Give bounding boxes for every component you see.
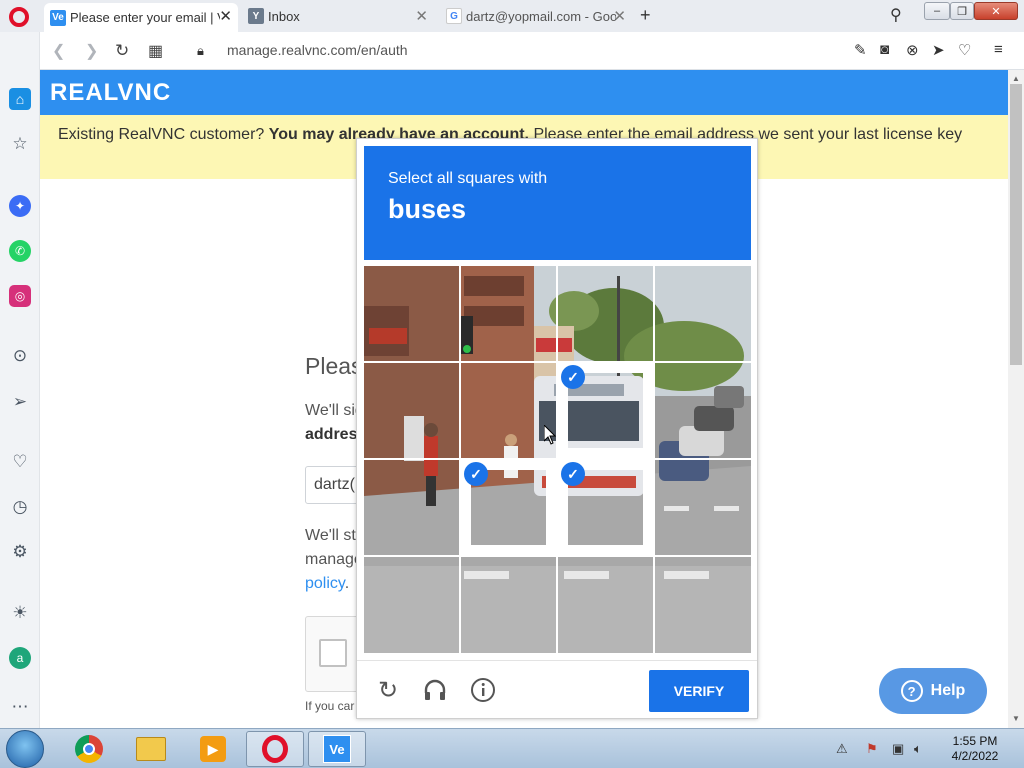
- privacy-line: policy.: [305, 575, 350, 592]
- settings-gear-icon[interactable]: ⚙: [9, 541, 31, 563]
- verify-button[interactable]: VERIFY: [649, 670, 749, 712]
- tab-inbox[interactable]: Y Inbox ✕: [242, 3, 434, 29]
- body-text-line: manage: [305, 551, 363, 568]
- close-tab-icon[interactable]: ✕: [415, 7, 428, 25]
- adblock-icon[interactable]: ⊗: [906, 41, 919, 59]
- minimize-button[interactable]: –: [924, 2, 950, 20]
- realvnc-logo[interactable]: REALVNC: [50, 79, 171, 107]
- url-field[interactable]: manage.realvnc.com/en/auth: [227, 42, 408, 58]
- chrome-icon: [75, 735, 103, 763]
- grid-divider: [364, 555, 751, 557]
- instagram-icon[interactable]: ◎: [9, 285, 31, 307]
- tab-title: Please enter your email | V: [70, 10, 220, 25]
- system-clock[interactable]: 1:55 PM 4/2/2022: [940, 734, 1010, 764]
- privacy-policy-link[interactable]: policy: [305, 575, 345, 592]
- send-flow-icon[interactable]: ➢: [9, 391, 31, 413]
- forward-icon[interactable]: ❯: [85, 41, 98, 61]
- scroll-down-arrow-icon[interactable]: ▼: [1012, 714, 1020, 723]
- opera-sidebar: ⌂ ☆ ✦ ✆ ◎ ⊙ ➢ ♡ ◷ ⚙ ☀ a ⋯: [0, 32, 40, 728]
- scrollbar-thumb[interactable]: [1010, 84, 1022, 365]
- network-icon[interactable]: ▣: [892, 741, 904, 757]
- challenge-target: buses: [388, 194, 467, 224]
- page-heading: Pleas: [305, 353, 363, 379]
- more-options-icon[interactable]: ⋯: [9, 696, 31, 718]
- history-clock-icon[interactable]: ◷: [9, 496, 31, 518]
- maximize-button[interactable]: ❐: [950, 2, 974, 20]
- action-center-flag-icon[interactable]: ⚑: [866, 741, 878, 757]
- clock-date: 4/2/2022: [951, 749, 999, 763]
- scroll-up-arrow-icon[interactable]: ▲: [1012, 74, 1020, 83]
- tab-gmail[interactable]: G dartz@yopmail.com - Goo ✕: [440, 3, 632, 29]
- media-play-icon: ▶: [200, 736, 226, 762]
- body-text-line: We'll sig: [305, 402, 364, 419]
- back-icon[interactable]: ❮: [52, 41, 65, 61]
- reload-icon[interactable]: ↻: [115, 41, 129, 61]
- snapshot-camera-icon[interactable]: ◙: [880, 41, 889, 58]
- tips-lightbulb-icon[interactable]: ☀: [9, 602, 31, 624]
- easy-setup-menu-icon[interactable]: ≡: [994, 41, 1003, 58]
- opera-icon: [262, 735, 288, 763]
- tab-realvnc[interactable]: Ve Please enter your email | V ✕: [44, 3, 238, 32]
- taskbar-explorer[interactable]: [122, 731, 180, 767]
- recaptcha-checkbox[interactable]: [319, 639, 347, 667]
- help-label: Help: [930, 682, 966, 699]
- realvnc-favicon-icon: Ve: [50, 9, 66, 26]
- home-icon[interactable]: ⌂: [9, 88, 31, 110]
- speed-dial-grid-icon[interactable]: ▦: [148, 41, 163, 61]
- share-icon[interactable]: ✎: [854, 41, 867, 59]
- tile-selected-check-icon: ✓: [561, 462, 585, 486]
- address-bar: ❮ ❯ ↻ ▦ 🔒︎ manage.realvnc.com/en/auth ✎ …: [40, 32, 1024, 70]
- lock-icon: 🔒︎: [197, 43, 204, 58]
- google-favicon-icon: G: [446, 8, 462, 24]
- player-icon[interactable]: ⊙: [9, 345, 31, 367]
- taskbar-chrome[interactable]: [60, 731, 118, 767]
- taskbar-opera[interactable]: [246, 731, 304, 767]
- send-icon[interactable]: ➤: [932, 41, 945, 59]
- tab-title: dartz@yopmail.com - Goo: [466, 8, 616, 24]
- folder-icon: [136, 737, 166, 761]
- windows-taskbar: ▶ Ve ⚠ ⚑ ▣ 🔈︎ 1:55 PM 4/2/2022: [0, 728, 1024, 768]
- start-button[interactable]: [6, 730, 44, 768]
- tile-selected-check-icon: ✓: [464, 462, 488, 486]
- close-tab-icon[interactable]: ✕: [613, 7, 626, 25]
- recaptcha-challenge-popup: Select all squares with buses ✓ ✓ ✓ ↻ VE…: [356, 138, 758, 719]
- new-tab-plus-icon[interactable]: +: [640, 5, 651, 26]
- mouse-cursor-icon: [544, 425, 556, 445]
- audio-challenge-headphones-icon[interactable]: [422, 677, 448, 703]
- page-scrollbar[interactable]: ▲ ▼: [1008, 70, 1024, 728]
- whatsapp-icon[interactable]: ✆: [9, 240, 31, 262]
- my-favorites-heart-icon[interactable]: ♡: [9, 451, 31, 473]
- taskbar-media-player[interactable]: ▶: [184, 731, 242, 767]
- help-button[interactable]: ? Help: [879, 668, 987, 714]
- body-text-line: addres: [305, 426, 358, 443]
- cant-see-text: If you car: [305, 699, 355, 713]
- search-tabs-icon[interactable]: ⚲: [890, 5, 902, 25]
- help-question-icon: ?: [900, 680, 923, 702]
- reload-challenge-icon[interactable]: ↻: [375, 677, 401, 704]
- tile-selected-check-icon: ✓: [561, 365, 585, 389]
- heart-bookmark-icon[interactable]: ♡: [958, 41, 971, 59]
- challenge-prompt: Select all squares with: [388, 170, 548, 187]
- opera-menu-icon[interactable]: [9, 7, 29, 27]
- messenger-icon[interactable]: ✦: [9, 195, 31, 217]
- tab-title: Inbox: [268, 8, 300, 24]
- close-tab-icon[interactable]: ✕: [219, 7, 232, 25]
- challenge-header: Select all squares with buses: [364, 146, 751, 260]
- help-info-icon[interactable]: [470, 677, 496, 703]
- close-window-button[interactable]: ✕: [974, 2, 1018, 20]
- brand-header: REALVNC: [40, 70, 1008, 115]
- challenge-image-grid: ✓ ✓ ✓: [364, 266, 751, 653]
- challenge-footer: ↻ VERIFY: [357, 660, 757, 719]
- realvnc-viewer-icon: Ve: [323, 735, 351, 763]
- yopmail-favicon-icon: Y: [248, 8, 264, 24]
- aria-icon[interactable]: a: [9, 647, 31, 669]
- browser-tab-bar: Ve Please enter your email | V ✕ Y Inbox…: [0, 0, 1024, 32]
- taskbar-realvnc[interactable]: Ve: [308, 731, 366, 767]
- volume-speaker-icon[interactable]: 🔈︎: [914, 741, 922, 757]
- tray-warning-icon[interactable]: ⚠: [836, 741, 848, 757]
- clock-time: 1:55 PM: [952, 734, 998, 748]
- bookmarks-star-icon[interactable]: ☆: [9, 133, 31, 155]
